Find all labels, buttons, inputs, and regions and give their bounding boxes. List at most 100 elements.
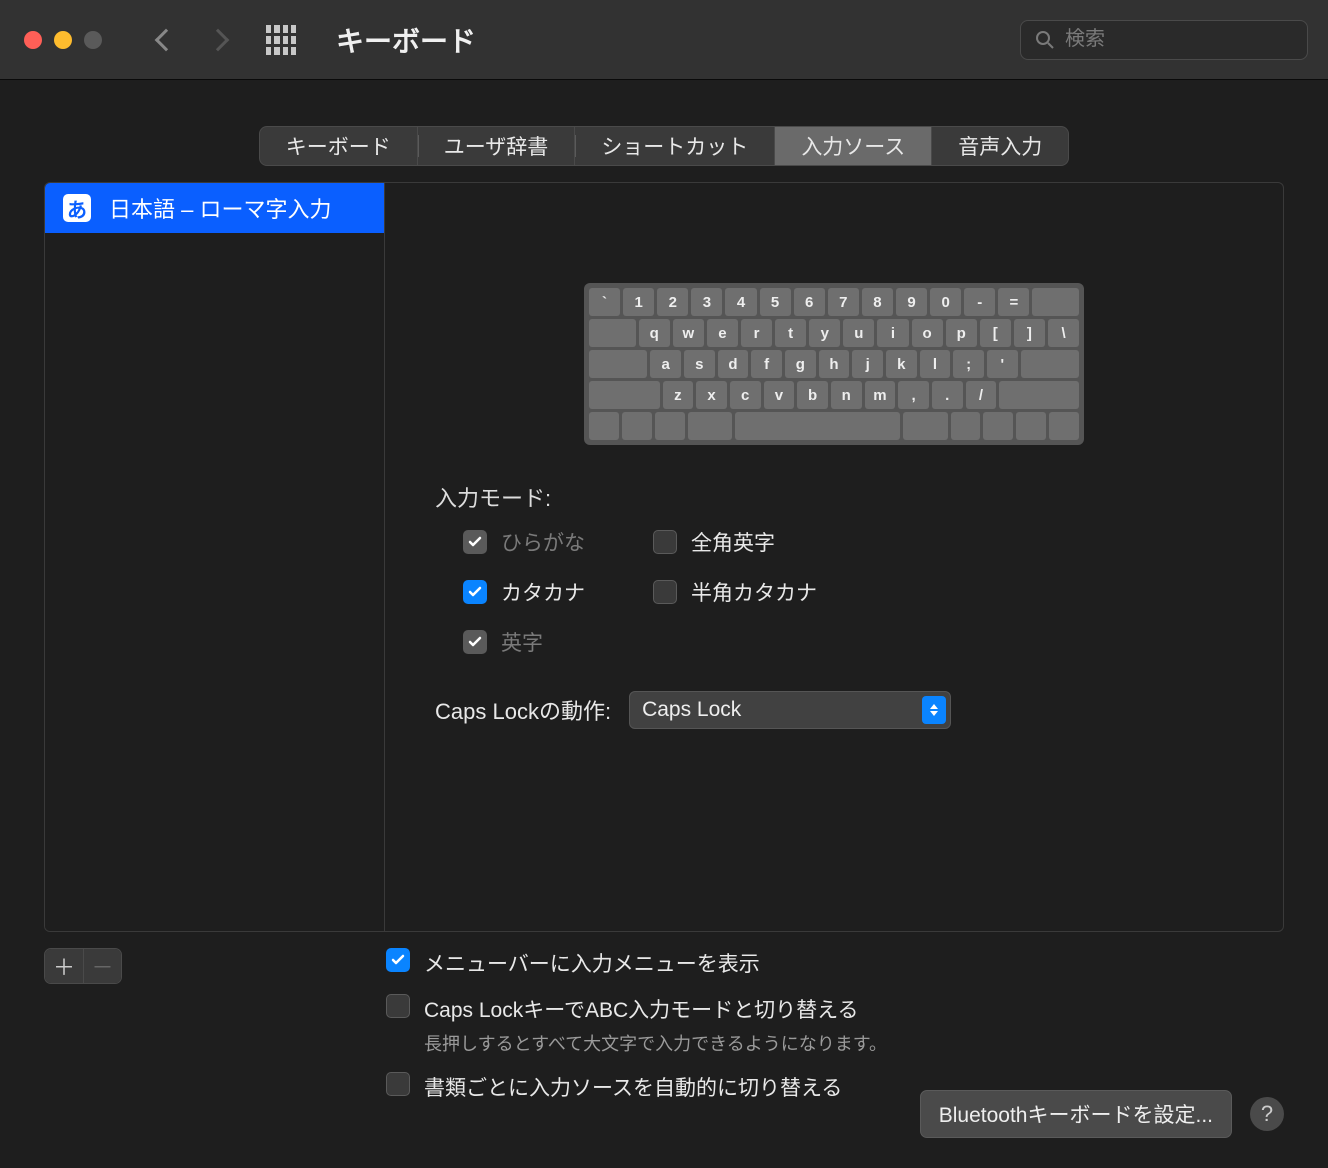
key: c — [730, 381, 761, 409]
key — [589, 350, 647, 378]
caps-lock-label: Caps Lockの動作: — [435, 694, 611, 726]
key — [999, 381, 1079, 409]
search-input[interactable] — [1065, 28, 1293, 51]
input-source-icon: あ — [63, 194, 91, 222]
minimize-window-button[interactable] — [54, 31, 72, 49]
help-button[interactable]: ? — [1250, 1097, 1284, 1131]
key: y — [809, 319, 840, 347]
key: 5 — [760, 288, 791, 316]
key: q — [639, 319, 670, 347]
nav-buttons — [158, 32, 226, 48]
keyboard-preview: `1234567890-=qwertyuiop[]\asdfghjkl;'zxc… — [584, 283, 1084, 445]
input-mode-option[interactable]: カタカナ — [463, 577, 653, 607]
input-mode-label: 半角カタカナ — [691, 577, 817, 607]
option-label: Caps LockキーでABC入力モードと切り替える — [424, 994, 887, 1024]
titlebar: キーボード — [0, 0, 1328, 80]
key: l — [920, 350, 951, 378]
key: ; — [953, 350, 984, 378]
key: \ — [1048, 319, 1079, 347]
show-all-icon[interactable] — [266, 25, 296, 55]
key: m — [865, 381, 896, 409]
key: h — [819, 350, 850, 378]
option-label: 書類ごとに入力ソースを自動的に切り替える — [424, 1072, 842, 1102]
key: o — [912, 319, 943, 347]
key: [ — [980, 319, 1011, 347]
key: f — [751, 350, 782, 378]
key: r — [741, 319, 772, 347]
key: 9 — [896, 288, 927, 316]
input-mode-label: カタカナ — [501, 577, 585, 607]
option-sublabel: 長押しするとすべて大文字で入力できるようになります。 — [424, 1030, 887, 1056]
key: ` — [589, 288, 620, 316]
input-mode-option[interactable]: 全角英字 — [653, 527, 1233, 557]
back-button[interactable] — [155, 28, 178, 51]
key: u — [843, 319, 874, 347]
close-window-button[interactable] — [24, 31, 42, 49]
key: - — [964, 288, 995, 316]
input-mode-option: 英字 — [463, 627, 653, 657]
key: k — [886, 350, 917, 378]
key: s — [684, 350, 715, 378]
key: i — [877, 319, 908, 347]
remove-source-button[interactable]: － — [83, 949, 121, 983]
tab-3[interactable]: 入力ソース — [775, 126, 932, 166]
input-mode-option[interactable]: 半角カタカナ — [653, 577, 1233, 607]
checkbox[interactable] — [386, 948, 410, 972]
key: v — [764, 381, 795, 409]
key: ] — [1014, 319, 1045, 347]
window-controls — [24, 31, 102, 49]
input-mode-option: ひらがな — [463, 527, 653, 557]
key: / — [966, 381, 997, 409]
checkbox[interactable] — [463, 580, 487, 604]
tab-4[interactable]: 音声入力 — [932, 126, 1069, 166]
input-mode-label: ひらがな — [501, 527, 585, 557]
key: z — [663, 381, 694, 409]
window-title: キーボード — [336, 20, 476, 60]
key: x — [696, 381, 727, 409]
zoom-window-button[interactable] — [84, 31, 102, 49]
tab-bar: キーボードユーザ辞書ショートカット入力ソース音声入力 — [44, 126, 1284, 166]
input-source-item[interactable]: あ 日本語 – ローマ字入力 — [45, 183, 384, 233]
key: , — [898, 381, 929, 409]
option-row[interactable]: Caps LockキーでABC入力モードと切り替える 長押しするとすべて大文字で… — [386, 994, 887, 1056]
tab-2[interactable]: ショートカット — [575, 126, 775, 166]
key: d — [718, 350, 749, 378]
checkbox[interactable] — [653, 530, 677, 554]
key: 3 — [691, 288, 722, 316]
input-mode-label: 全角英字 — [691, 527, 775, 557]
option-row[interactable]: 書類ごとに入力ソースを自動的に切り替える — [386, 1072, 887, 1102]
key: a — [650, 350, 681, 378]
key: 6 — [794, 288, 825, 316]
tab-1[interactable]: ユーザ辞書 — [418, 126, 576, 166]
forward-button[interactable] — [207, 28, 230, 51]
key: = — [998, 288, 1029, 316]
checkbox — [463, 630, 487, 654]
checkbox[interactable] — [386, 1072, 410, 1096]
option-row[interactable]: メニューバーに入力メニューを表示 — [386, 948, 887, 978]
key: p — [946, 319, 977, 347]
input-source-list: あ 日本語 – ローマ字入力 — [45, 183, 385, 931]
input-modes-label: 入力モード: — [435, 481, 1233, 513]
input-mode-label: 英字 — [501, 627, 543, 657]
key: w — [673, 319, 704, 347]
key: 1 — [623, 288, 654, 316]
caps-lock-select[interactable]: Caps Lock — [629, 691, 951, 729]
checkbox[interactable] — [386, 994, 410, 1018]
key: 7 — [828, 288, 859, 316]
bluetooth-keyboard-button[interactable]: Bluetoothキーボードを設定... — [920, 1090, 1232, 1138]
checkbox[interactable] — [653, 580, 677, 604]
input-source-label: 日本語 – ローマ字入力 — [109, 192, 331, 224]
add-remove-group: ＋ － — [44, 948, 122, 984]
key: t — [775, 319, 806, 347]
key: 0 — [930, 288, 961, 316]
add-source-button[interactable]: ＋ — [45, 949, 83, 983]
key: 4 — [725, 288, 756, 316]
tab-0[interactable]: キーボード — [259, 126, 418, 166]
key — [1032, 288, 1079, 316]
key — [589, 319, 636, 347]
input-source-detail: `1234567890-=qwertyuiop[]\asdfghjkl;'zxc… — [385, 183, 1283, 931]
key: 2 — [657, 288, 688, 316]
key: 8 — [862, 288, 893, 316]
search-field[interactable] — [1020, 20, 1308, 60]
key: ' — [987, 350, 1018, 378]
